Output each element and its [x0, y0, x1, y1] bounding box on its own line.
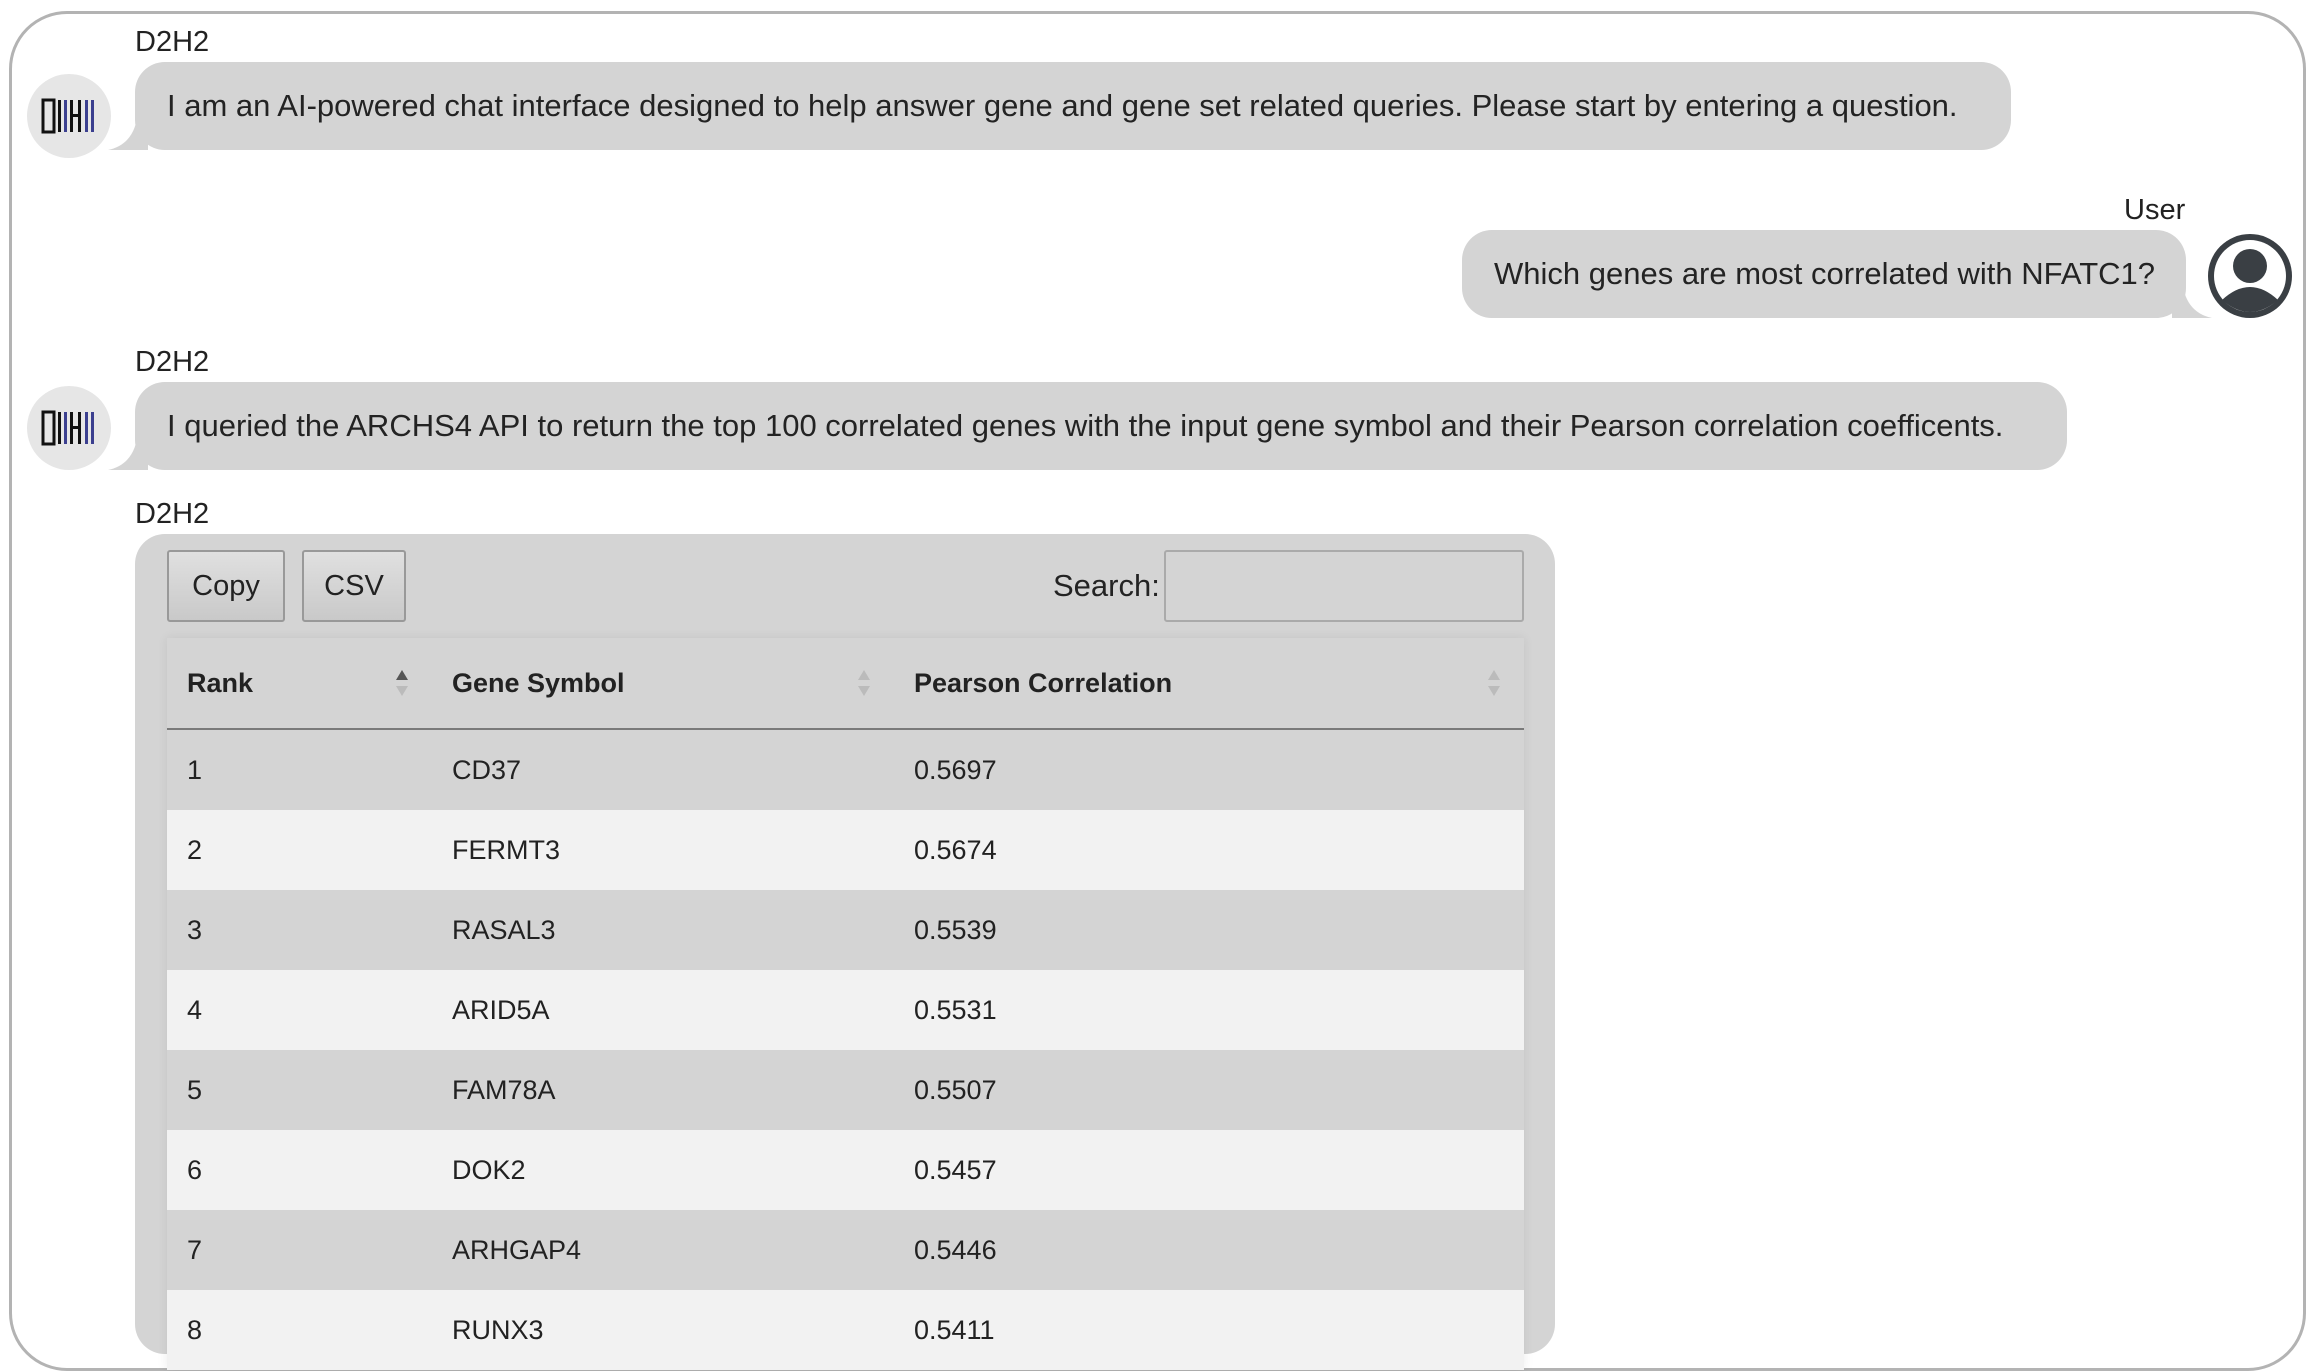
gene-symbol-cell: RUNX3 [452, 1314, 544, 1345]
correlation-cell: 0.5411 [914, 1314, 995, 1345]
gene-symbol-cell: DOK2 [452, 1154, 526, 1185]
gene-symbol-cell: FAM78A [452, 1074, 556, 1105]
message-text: I queried the ARCHS4 API to return the t… [167, 408, 2004, 443]
rank-cell: 4 [187, 994, 203, 1025]
correlation-cell: 0.5697 [914, 754, 997, 785]
table-row: 1 CD37 0.5697 [167, 730, 1524, 810]
bot-message-bubble: I am an AI-powered chat interface design… [135, 62, 2011, 150]
column-header-pearson-correlation[interactable]: Pearson Correlation [914, 638, 1172, 728]
message-text: I am an AI-powered chat interface design… [167, 88, 1958, 123]
results-table: Rank Gene Symbol Pearson Correlation 1 C… [167, 638, 1524, 1370]
rank-cell: 1 [187, 754, 203, 785]
user-message-bubble: Which genes are most correlated with NFA… [1462, 230, 2186, 318]
table-row: 5 FAM78A 0.5507 [167, 1050, 1524, 1130]
message-sender: User [2124, 194, 2186, 226]
rank-cell: 5 [187, 1074, 203, 1105]
table-row: 6 DOK2 0.5457 [167, 1130, 1524, 1210]
sort-icon[interactable] [1487, 668, 1501, 698]
table-row: 8 RUNX3 0.5411 [167, 1290, 1524, 1370]
rank-cell: 7 [187, 1234, 203, 1265]
correlation-cell: 0.5446 [914, 1234, 997, 1265]
gene-symbol-cell: FERMT3 [452, 834, 560, 865]
correlation-cell: 0.5531 [914, 994, 997, 1025]
search-label: Search: [1053, 568, 1160, 603]
d2h2-logo-icon [27, 386, 111, 470]
table-row: 4 ARID5A 0.5531 [167, 970, 1524, 1050]
rank-cell: 6 [187, 1154, 203, 1185]
correlation-cell: 0.5539 [914, 914, 997, 945]
rank-cell: 3 [187, 914, 203, 945]
correlation-cell: 0.5507 [914, 1074, 997, 1105]
user-circle-icon [2208, 234, 2292, 318]
column-header-gene-symbol[interactable]: Gene Symbol [452, 638, 625, 728]
bot-message-bubble: I queried the ARCHS4 API to return the t… [135, 382, 2067, 470]
table-row: 2 FERMT3 0.5674 [167, 810, 1524, 890]
table-row: 7 ARHGAP4 0.5446 [167, 1210, 1524, 1290]
bubble-tail [2172, 278, 2212, 318]
table-message-bubble: Copy CSV Search: Rank Gene Symbol Pearso… [135, 534, 1555, 1370]
sort-icon[interactable] [857, 668, 871, 698]
correlation-cell: 0.5457 [914, 1154, 997, 1185]
gene-symbol-cell: RASAL3 [452, 914, 556, 945]
rank-cell: 2 [187, 834, 203, 865]
d2h2-logo-icon [27, 74, 111, 158]
message-sender: D2H2 [135, 498, 210, 530]
message-sender: D2H2 [135, 346, 210, 378]
rank-cell: 8 [187, 1314, 203, 1345]
search-input[interactable] [1164, 550, 1524, 622]
gene-symbol-cell: ARID5A [452, 994, 550, 1025]
sort-asc-icon[interactable] [395, 668, 409, 698]
table-header: Rank Gene Symbol Pearson Correlation [167, 638, 1524, 730]
csv-button[interactable]: CSV [302, 550, 406, 622]
gene-symbol-cell: CD37 [452, 754, 522, 785]
copy-button[interactable]: Copy [167, 550, 285, 622]
message-sender: D2H2 [135, 26, 210, 58]
gene-symbol-cell: ARHGAP4 [452, 1234, 582, 1265]
message-text: Which genes are most correlated with NFA… [1494, 256, 2156, 291]
correlation-cell: 0.5674 [914, 834, 997, 865]
column-header-rank[interactable]: Rank [187, 638, 253, 728]
table-row: 3 RASAL3 0.5539 [167, 890, 1524, 970]
